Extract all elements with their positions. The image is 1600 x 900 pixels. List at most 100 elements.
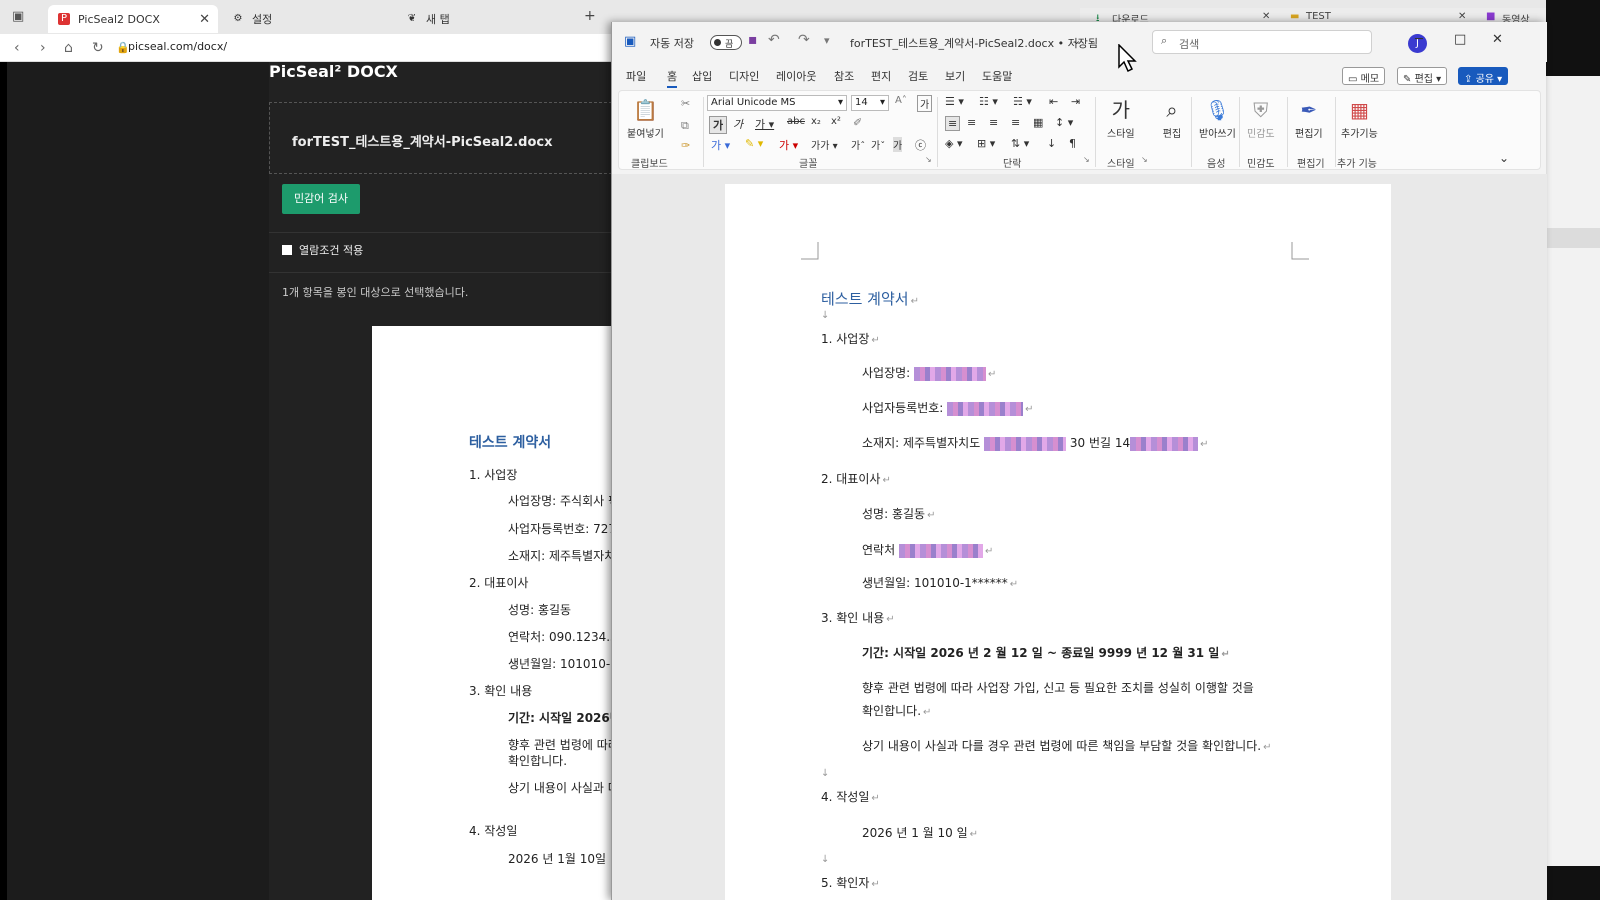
doc-line[interactable]: 사업자등록번호: ↵ [862, 399, 1034, 416]
title-dropdown-icon[interactable]: ⌄ [1072, 34, 1081, 47]
cut-icon[interactable]: ✂ [681, 97, 690, 110]
superscript-icon[interactable]: x² [831, 116, 841, 127]
doc-line[interactable]: 2026 년 1 월 10 일 ↵ [862, 824, 978, 841]
forward-icon[interactable]: › [40, 40, 46, 56]
redacted-block[interactable] [914, 366, 987, 381]
line-spacing-icon[interactable]: ↕ ▾ [1055, 116, 1073, 129]
add-ins-button[interactable]: ▦ 추가기능 [1341, 97, 1378, 140]
underline-icon[interactable]: 가 ▾ [755, 116, 774, 132]
dialog-launcher-icon[interactable]: ↘ [925, 155, 932, 164]
styles-button[interactable]: 가 스타일 [1107, 97, 1135, 140]
highlight-icon[interactable]: ✎ ▾ [745, 137, 763, 150]
bold-icon[interactable]: 가 [709, 116, 728, 134]
redo-icon[interactable]: ↷ [798, 32, 810, 48]
share-button[interactable]: ⇪ 공유 ▾ [1458, 67, 1509, 85]
doc-line[interactable]: 연락처 ↵ [862, 541, 993, 558]
doc-line[interactable]: 3. 확인 내용 ↵ [821, 609, 895, 626]
text-effect-icon[interactable]: ✐ [853, 116, 862, 129]
save-icon[interactable]: ▪ [748, 32, 758, 48]
align-right-icon[interactable]: ≡ [989, 116, 998, 129]
sort-icon[interactable]: ⇅ ▾ [1011, 137, 1029, 150]
format-painter-icon[interactable]: ✑ [681, 139, 690, 152]
tab-home[interactable]: 홈 [667, 68, 678, 88]
grow-font-icon[interactable]: A˄ [895, 95, 907, 106]
doc-line[interactable]: 1. 사업장 ↵ [821, 330, 880, 347]
close-window-icon[interactable]: ✕ [1492, 32, 1503, 47]
autosave-toggle[interactable]: 끔 [710, 35, 742, 50]
doc-line[interactable]: 2. 대표이사 ↵ [821, 470, 891, 487]
checkbox-box[interactable] [282, 245, 292, 255]
font-name-select[interactable]: Arial Unicode MS ▾ [707, 95, 847, 111]
doc-line[interactable]: 소재지: 제주특별자치도 30 번길 14 ↵ [862, 434, 1209, 451]
maximize-icon[interactable]: □ [1454, 32, 1466, 47]
address-bar[interactable]: picseal.com/docx/ [128, 40, 227, 53]
undo-icon[interactable]: ↶ [768, 32, 780, 48]
dictate-button[interactable]: 🎙 받아쓰기 [1199, 97, 1236, 140]
editor-button[interactable]: ✒ 편집기 [1295, 97, 1323, 140]
sensitivity-button[interactable]: ⛨ 민감도 [1247, 97, 1275, 140]
char-shading-icon[interactable]: 가 [893, 137, 903, 152]
tab-insert[interactable]: 삽입 [692, 68, 712, 84]
home-icon[interactable]: ⌂ [64, 40, 73, 56]
bg-tab-test[interactable]: TEST [1306, 11, 1331, 22]
doc-line[interactable]: 4. 작성일 ↵ [821, 788, 880, 805]
tab-view[interactable]: 보기 [945, 68, 965, 84]
doc-line[interactable]: 향후 관련 법령에 따라 사업장 가입, 신고 등 필요한 조치를 성실히 이행… [862, 679, 1254, 696]
italic-icon[interactable]: 가 [733, 116, 743, 132]
memo-button[interactable]: ▭ 메모 [1342, 67, 1386, 85]
doc-line[interactable]: 확인합니다. ↵ [862, 702, 931, 719]
new-tab-button[interactable]: + [584, 8, 596, 24]
numbering-icon[interactable]: ☷ ▾ [979, 95, 998, 108]
doc-line[interactable]: 상기 내용이 사실과 다를 경우 관련 법령에 따른 책임을 부담할 것을 확인… [862, 737, 1271, 754]
browser-tab-settings[interactable]: ⚙ 설정 [222, 5, 392, 33]
sort-az-icon[interactable]: ↓ [1047, 137, 1056, 150]
strikethrough-icon[interactable]: abc [787, 116, 805, 127]
close-tab-icon[interactable]: ✕ [1262, 11, 1270, 22]
shrink-font-icon[interactable]: 가ˇ [871, 137, 885, 152]
doc-line[interactable]: 기간: 시작일 2026 년 2 월 12 일 ~ 종료일 9999 년 12 … [862, 644, 1230, 661]
tab-references[interactable]: 참조 [834, 68, 854, 84]
align-left-icon[interactable]: ≡ [945, 116, 961, 131]
copy-icon[interactable]: ⧉ [681, 119, 689, 133]
dialog-launcher-icon[interactable]: ↘ [1141, 155, 1148, 164]
increase-indent-icon[interactable]: ⇥ [1071, 95, 1080, 108]
bullets-icon[interactable]: ☰ ▾ [945, 95, 964, 108]
doc-line[interactable]: 성명: 홍길동 ↵ [862, 505, 935, 522]
align-center-icon[interactable]: ≡ [967, 116, 976, 129]
multilevel-list-icon[interactable]: ☵ ▾ [1013, 95, 1032, 108]
show-marks-icon[interactable]: ¶ [1069, 137, 1076, 150]
tab-review[interactable]: 검토 [908, 68, 928, 84]
sidebar-toggle-icon[interactable]: ▣ [12, 9, 24, 24]
doc-line[interactable]: 사업장명: ↵ [862, 364, 996, 381]
browser-tab-new[interactable]: ❦ 새 탭 [396, 5, 566, 33]
tab-design[interactable]: 디자인 [729, 68, 759, 84]
text-effects-icon[interactable]: 가 ▾ [711, 137, 730, 153]
change-case-icon[interactable]: 가가 ▾ [811, 137, 838, 152]
redacted-block[interactable] [947, 401, 1024, 416]
minimize-icon[interactable]: ─ [1415, 32, 1423, 47]
enclose-char-icon[interactable]: ⓒ [915, 137, 926, 153]
clear-format-icon[interactable]: 가 [917, 95, 933, 112]
tab-layout[interactable]: 레이아웃 [776, 68, 816, 84]
decrease-indent-icon[interactable]: ⇤ [1049, 95, 1058, 108]
subscript-icon[interactable]: x₂ [811, 116, 821, 127]
customize-toolbar-icon[interactable]: ▾ [824, 34, 830, 47]
close-tab-icon[interactable]: ✕ [1458, 11, 1466, 22]
dialog-launcher-icon[interactable]: ↘ [1083, 155, 1090, 164]
redacted-block[interactable] [898, 543, 983, 558]
find-button[interactable]: ⌕ 편집 [1159, 97, 1185, 140]
font-color-icon[interactable]: 가 ▾ [779, 137, 798, 153]
tab-help[interactable]: 도움말 [982, 68, 1012, 84]
doc-line[interactable]: 생년월일: 101010-1****** ↵ [862, 574, 1018, 591]
collapse-ribbon-icon[interactable]: ⌄ [1499, 151, 1509, 165]
reload-icon[interactable]: ↻ [92, 40, 104, 56]
tab-mailings[interactable]: 편지 [871, 68, 891, 84]
back-icon[interactable]: ‹ [14, 40, 20, 56]
file-dropzone[interactable]: forTEST_테스트용_계약서-PicSeal2.docx [269, 102, 627, 174]
shading-icon[interactable]: ◈ ▾ [945, 137, 962, 150]
document-page[interactable]: 테스트 계약서 ↵ ↓ 1. 사업장 ↵ 사업장명: ↵ 사업자등록번호: ↵ 소재… [725, 184, 1391, 900]
edit-mode-button[interactable]: ✎ 편집 ▾ [1397, 67, 1448, 85]
grow-font-icon[interactable]: 가ˆ [851, 137, 865, 152]
borders-icon[interactable]: ⊞ ▾ [977, 137, 995, 150]
distribute-icon[interactable]: ▦ [1033, 116, 1043, 129]
